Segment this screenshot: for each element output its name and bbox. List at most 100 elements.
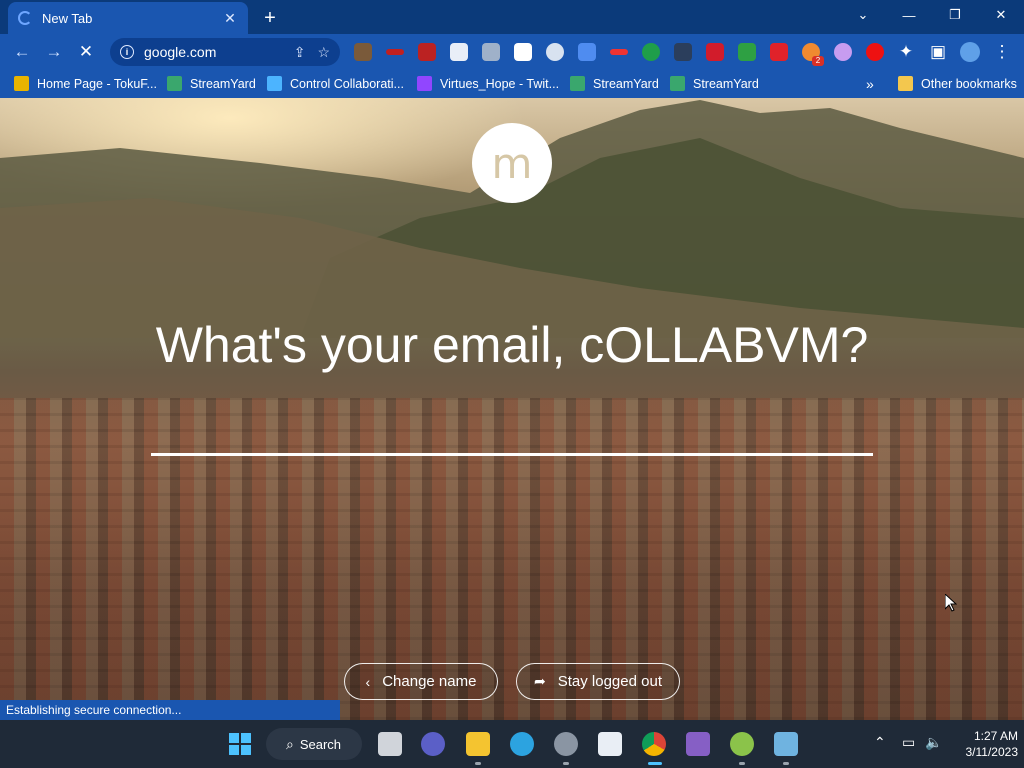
change-name-label: Change name — [382, 673, 477, 690]
bookmark-item[interactable]: StreamYard — [167, 76, 256, 91]
email-prompt-heading: What's your email, cOLLABVM? — [155, 317, 869, 373]
extension-k-icon[interactable] — [354, 43, 372, 61]
chrome-icon[interactable] — [642, 732, 666, 756]
minimize-button[interactable]: — — [886, 0, 932, 30]
tab-search-icon[interactable]: ⌄ — [840, 0, 886, 30]
bookmark-label: Home Page - TokuF... — [37, 76, 157, 91]
close-window-button[interactable]: ✕ — [978, 0, 1024, 30]
extension-rs-icon[interactable] — [642, 43, 660, 61]
extension-dollar-icon[interactable] — [738, 43, 756, 61]
extension-arrow-icon[interactable] — [610, 49, 628, 55]
taskbar-clock[interactable]: 1:27 AM 3/11/2023 — [948, 728, 1019, 760]
side-panel-icon[interactable]: ▣ — [926, 40, 950, 64]
extension-blue-icon[interactable] — [578, 43, 596, 61]
stay-logged-out-button[interactable]: ➦ Stay logged out — [516, 663, 680, 700]
clock-time: 1:27 AM — [973, 729, 1018, 743]
bookmark-label: StreamYard — [190, 76, 256, 91]
share-arrow-icon: ➦ — [534, 673, 546, 689]
windows-taskbar: ⌕ Search ⌃ ▭ 🔈 1:27 AM 3/11/2023 — [0, 720, 1024, 768]
extension-youtube-icon[interactable] — [866, 43, 884, 61]
bookmark-label: Control Collaborati... — [290, 76, 404, 91]
twitch-icon — [417, 76, 432, 91]
bookmark-label: StreamYard — [593, 76, 659, 91]
extension-red3-icon[interactable] — [770, 43, 788, 61]
extension-note-icon[interactable] — [450, 43, 468, 61]
new-tab-button[interactable]: + — [258, 6, 282, 30]
other-bookmarks-label: Other bookmarks — [921, 76, 1017, 91]
running-indicator — [739, 762, 745, 765]
chrome-menu-icon[interactable]: ⋮ — [990, 40, 1014, 64]
active-indicator — [648, 762, 662, 765]
tab-title: New Tab — [42, 10, 93, 26]
restore-button[interactable]: ❐ — [932, 0, 978, 30]
taskbar-search-label: Search — [299, 736, 342, 752]
tab-strip: New Tab ✕ + ⌄ — ❐ ✕ — [0, 0, 1024, 34]
extension-badge: 2 — [812, 56, 824, 66]
bookmark-label: Virtues_Hope - Twit... — [440, 76, 560, 91]
extension-red2-icon[interactable] — [706, 43, 724, 61]
taskbar-search-button[interactable]: ⌕ Search — [266, 728, 362, 760]
running-indicator — [475, 762, 481, 765]
share-icon[interactable]: ⇪ — [294, 44, 306, 61]
url-text: google.com — [144, 44, 217, 60]
extensions-puzzle-icon[interactable]: ✦ — [894, 40, 918, 64]
search-icon: ⌕ — [286, 735, 294, 752]
loading-spinner-icon — [18, 11, 32, 25]
bookmark-item[interactable]: Home Page - TokuF... — [14, 76, 157, 91]
mouse-cursor-icon — [945, 594, 957, 612]
network-icon[interactable]: ▭ — [902, 734, 915, 751]
microsoft-store-icon[interactable] — [598, 732, 622, 756]
email-input[interactable] — [151, 408, 873, 452]
bookmark-item[interactable]: StreamYard — [570, 76, 659, 91]
visual-studio-icon[interactable] — [686, 732, 710, 756]
volume-icon[interactable]: 🔈 — [925, 734, 942, 751]
extension-generic-icon[interactable] — [514, 43, 532, 61]
running-indicator — [563, 762, 569, 765]
change-name-button[interactable]: ‹ Change name — [344, 663, 498, 700]
forward-button[interactable]: → — [42, 40, 66, 64]
stop-loading-button[interactable]: ✕ — [74, 40, 98, 64]
tab-new-tab[interactable]: New Tab ✕ — [8, 2, 248, 34]
bookmarks-overflow-button[interactable]: » — [866, 76, 874, 92]
running-indicator — [783, 762, 789, 765]
bookmark-favicon-icon — [14, 76, 29, 91]
streamyard-icon — [570, 76, 585, 91]
user-avatar-logo: m — [472, 123, 552, 203]
stay-logged-out-label: Stay logged out — [557, 673, 662, 690]
windows-start-icon[interactable] — [228, 732, 252, 756]
page-content: m What's your email, cOLLABVM? ‹ Change … — [0, 98, 1024, 720]
settings-gear-icon[interactable] — [554, 732, 578, 756]
bookmark-label: StreamYard — [693, 76, 759, 91]
extension-record-icon[interactable] — [418, 43, 436, 61]
task-view-icon[interactable] — [378, 732, 402, 756]
bookmark-item[interactable]: Virtues_Hope - Twit... — [417, 76, 559, 91]
status-bar: Establishing secure connection... — [0, 700, 340, 720]
extension-shield-icon[interactable] — [546, 43, 564, 61]
other-bookmarks-folder[interactable]: Other bookmarks — [898, 76, 1017, 91]
extension-avatar-icon[interactable] — [834, 43, 852, 61]
bookmarks-bar: Home Page - TokuF... StreamYard Control … — [0, 70, 1024, 98]
profile-avatar[interactable] — [960, 42, 980, 62]
folder-icon — [898, 76, 913, 91]
remote-desktop-icon[interactable] — [774, 732, 798, 756]
bookmark-item[interactable]: StreamYard — [670, 76, 759, 91]
tab-close-icon[interactable]: ✕ — [222, 10, 238, 26]
back-button[interactable]: ← — [10, 40, 34, 64]
teams-chat-icon[interactable] — [421, 732, 445, 756]
bookmark-item[interactable]: Control Collaborati... — [267, 76, 404, 91]
edge-icon[interactable] — [510, 732, 534, 756]
extension-red-icon[interactable] — [386, 49, 404, 55]
chevron-left-icon: ‹ — [365, 673, 371, 690]
extension-tool-icon[interactable] — [674, 43, 692, 61]
clock-date: 3/11/2023 — [965, 745, 1019, 759]
extension-id-icon[interactable] — [482, 43, 500, 61]
streamyard-icon — [167, 76, 182, 91]
bookmark-star-icon[interactable]: ☆ — [317, 44, 330, 61]
email-input-underline — [151, 453, 873, 456]
site-info-icon[interactable]: i — [120, 45, 134, 59]
tray-chevron-up-icon[interactable]: ⌃ — [874, 734, 886, 751]
app-frog-icon[interactable] — [730, 732, 754, 756]
file-explorer-icon[interactable] — [466, 732, 490, 756]
browser-toolbar: ← → ✕ i google.com ⇪ ☆ 2 ✦ ▣ ⋮ — [0, 34, 1024, 70]
address-bar[interactable]: i google.com ⇪ ☆ — [110, 38, 340, 66]
